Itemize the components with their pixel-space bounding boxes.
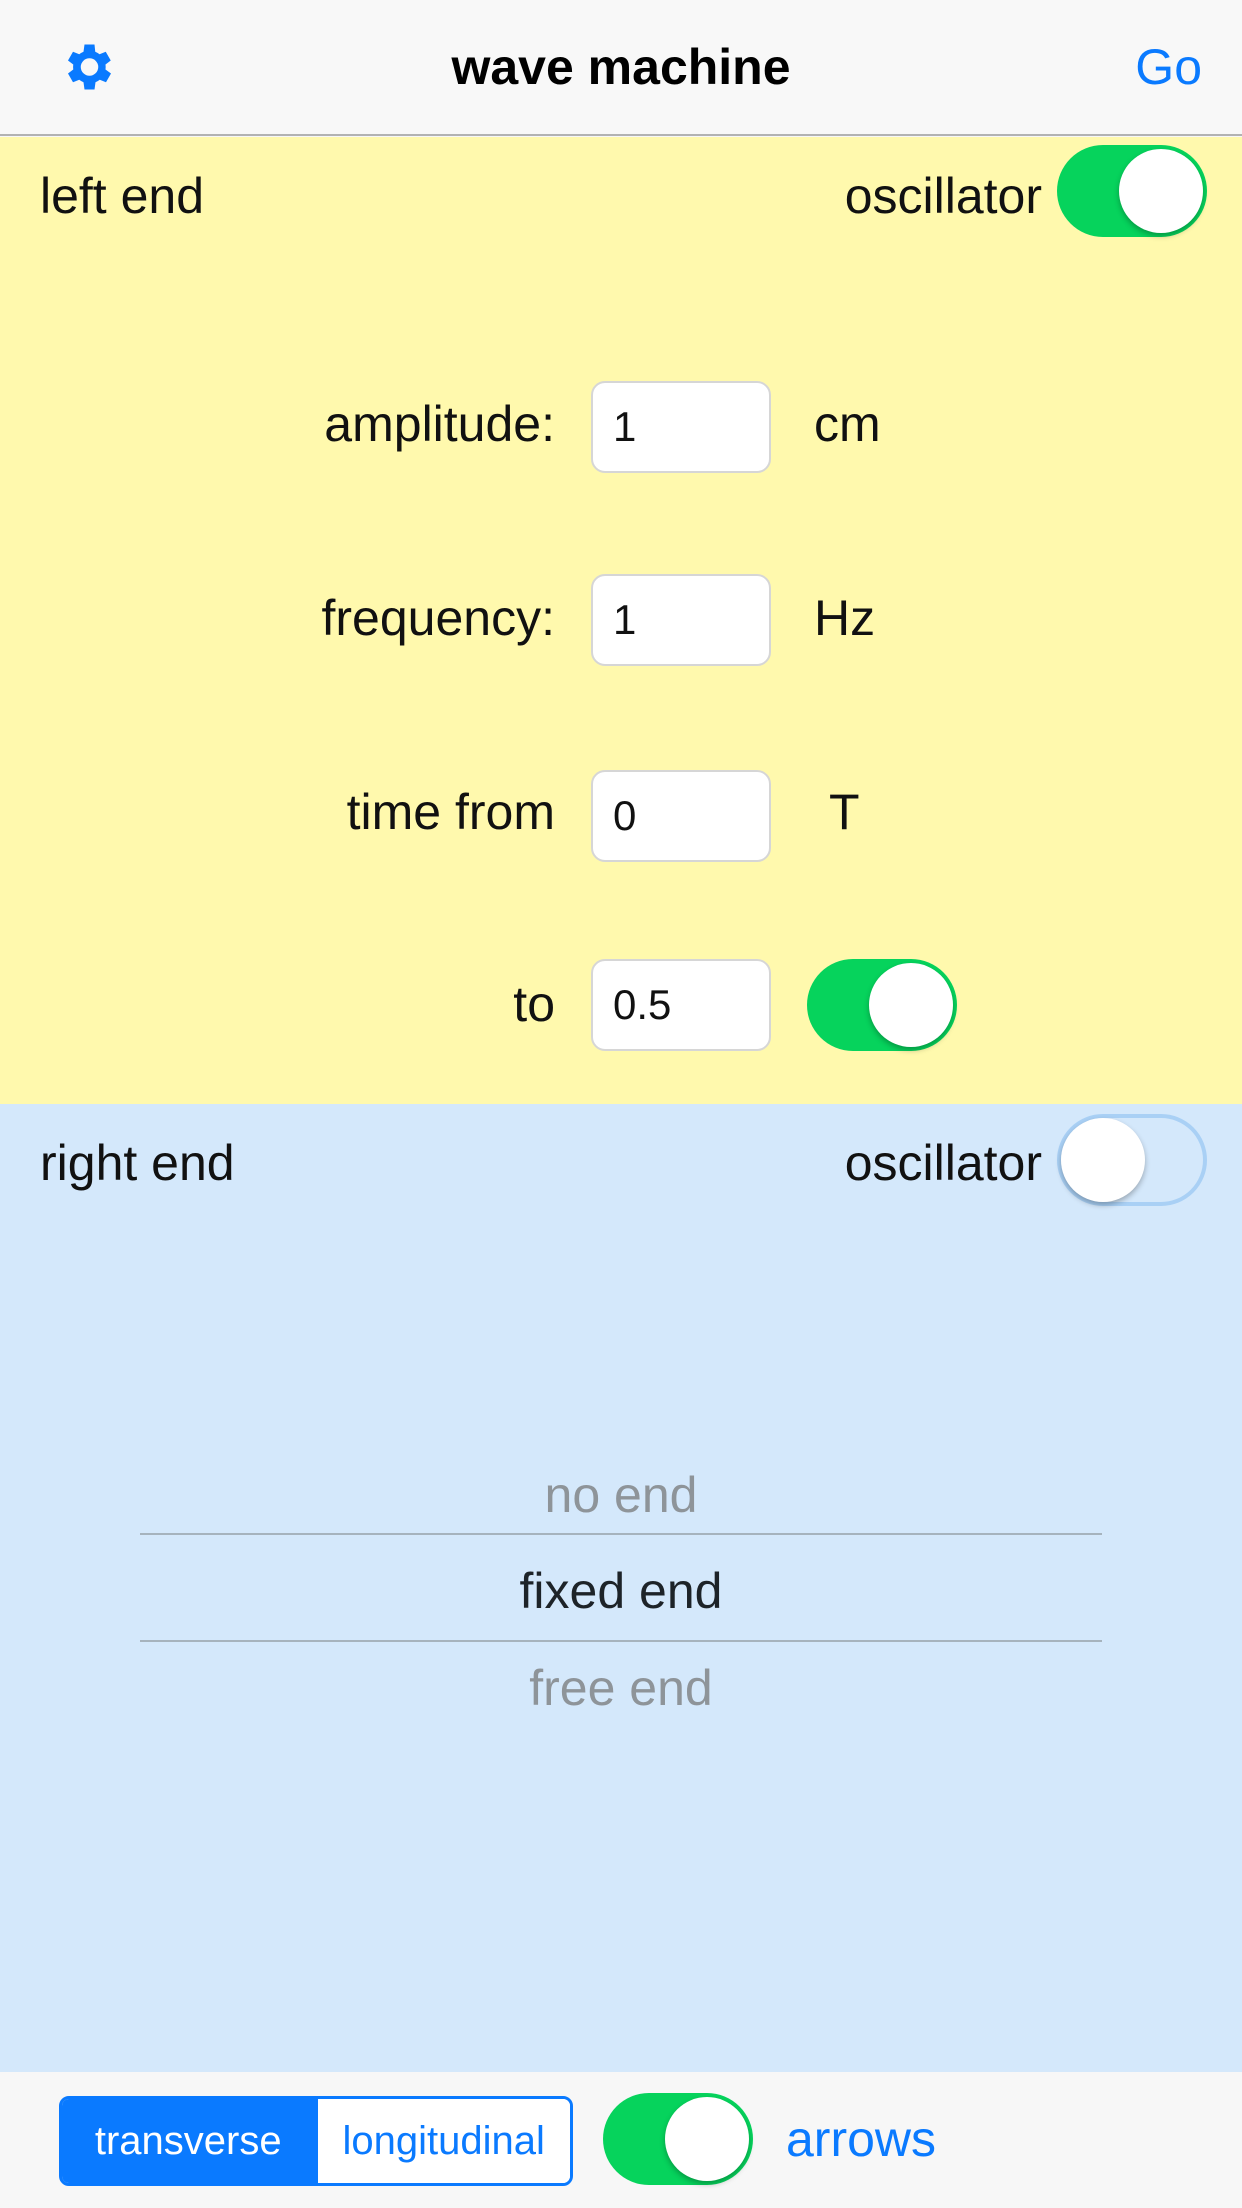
right-end-section: right end oscillator no end fixed end fr…: [0, 1104, 1242, 2072]
time-to-label: to: [513, 976, 555, 1032]
frequency-input[interactable]: [591, 574, 771, 666]
picker-divider: [140, 1640, 1102, 1642]
time-unit: T: [829, 784, 860, 840]
amplitude-label: amplitude:: [324, 396, 555, 452]
wave-type-segmented-control[interactable]: transverse longitudinal: [59, 2096, 573, 2186]
go-button[interactable]: Go: [1135, 38, 1202, 96]
toggle-knob: [1061, 1118, 1145, 1202]
frequency-label: frequency:: [321, 590, 555, 646]
amplitude-input[interactable]: [591, 381, 771, 473]
toggle-knob: [665, 2097, 749, 2181]
right-oscillator-label: oscillator: [844, 1135, 1042, 1191]
arrows-label[interactable]: arrows: [786, 2110, 936, 2168]
frequency-unit: Hz: [814, 590, 876, 646]
left-oscillator-label: oscillator: [844, 168, 1042, 224]
picker-option-no-end[interactable]: no end: [0, 1466, 1242, 1524]
picker-option-fixed-end[interactable]: fixed end: [0, 1562, 1242, 1620]
left-oscillator-toggle[interactable]: [1057, 145, 1207, 237]
bottom-toolbar: transverse longitudinal arrows: [0, 2072, 1242, 2208]
time-from-input[interactable]: [591, 770, 771, 862]
left-end-section: left end oscillator amplitude: cm freque…: [0, 137, 1242, 1104]
arrows-toggle[interactable]: [603, 2093, 753, 2185]
picker-divider: [140, 1533, 1102, 1535]
page-title: wave machine: [451, 39, 791, 95]
segment-transverse[interactable]: transverse: [62, 2099, 315, 2183]
time-from-label: time from: [346, 784, 555, 840]
navigation-bar: wave machine Go: [0, 0, 1242, 136]
segment-longitudinal[interactable]: longitudinal: [314, 2099, 570, 2183]
right-end-title: right end: [40, 1135, 235, 1191]
time-to-input[interactable]: [591, 959, 771, 1051]
time-range-toggle[interactable]: [807, 959, 957, 1051]
picker-option-free-end[interactable]: free end: [0, 1659, 1242, 1717]
toggle-knob: [1119, 149, 1203, 233]
toggle-knob: [869, 963, 953, 1047]
right-oscillator-toggle[interactable]: [1057, 1114, 1207, 1206]
amplitude-unit: cm: [814, 396, 881, 452]
left-end-title: left end: [40, 168, 205, 224]
